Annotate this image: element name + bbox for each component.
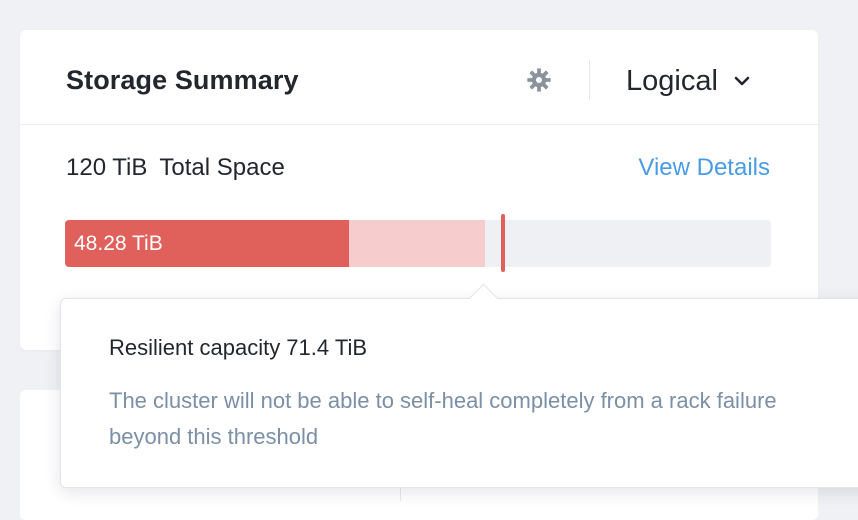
view-details-link[interactable]: View Details: [638, 154, 770, 182]
card-header: Storage Summary Logical: [20, 30, 818, 125]
used-capacity-label: 48.28 TiB: [74, 231, 163, 255]
total-space-label: Total Space: [159, 154, 285, 181]
gear-icon[interactable]: [525, 66, 553, 94]
total-space: 120 TiB Total Space: [66, 154, 285, 182]
header-divider: [589, 60, 590, 100]
view-mode-label: Logical: [626, 64, 718, 97]
view-mode-dropdown[interactable]: Logical: [626, 64, 750, 98]
card-title: Storage Summary: [66, 65, 299, 95]
resilient-capacity-tooltip: Resilient capacity 71.4 TiB The cluster …: [60, 298, 858, 488]
tooltip-title: Resilient capacity 71.4 TiB: [109, 335, 368, 360]
tooltip-body: The cluster will not be able to self-hea…: [109, 388, 777, 449]
total-space-value: 120 TiB: [66, 154, 148, 181]
used-capacity-segment: 48.28 TiB: [65, 220, 349, 267]
storage-usage-bar: 48.28 TiB: [65, 220, 771, 267]
resilience-threshold-marker[interactable]: [501, 214, 505, 272]
chevron-down-icon: [734, 76, 750, 86]
